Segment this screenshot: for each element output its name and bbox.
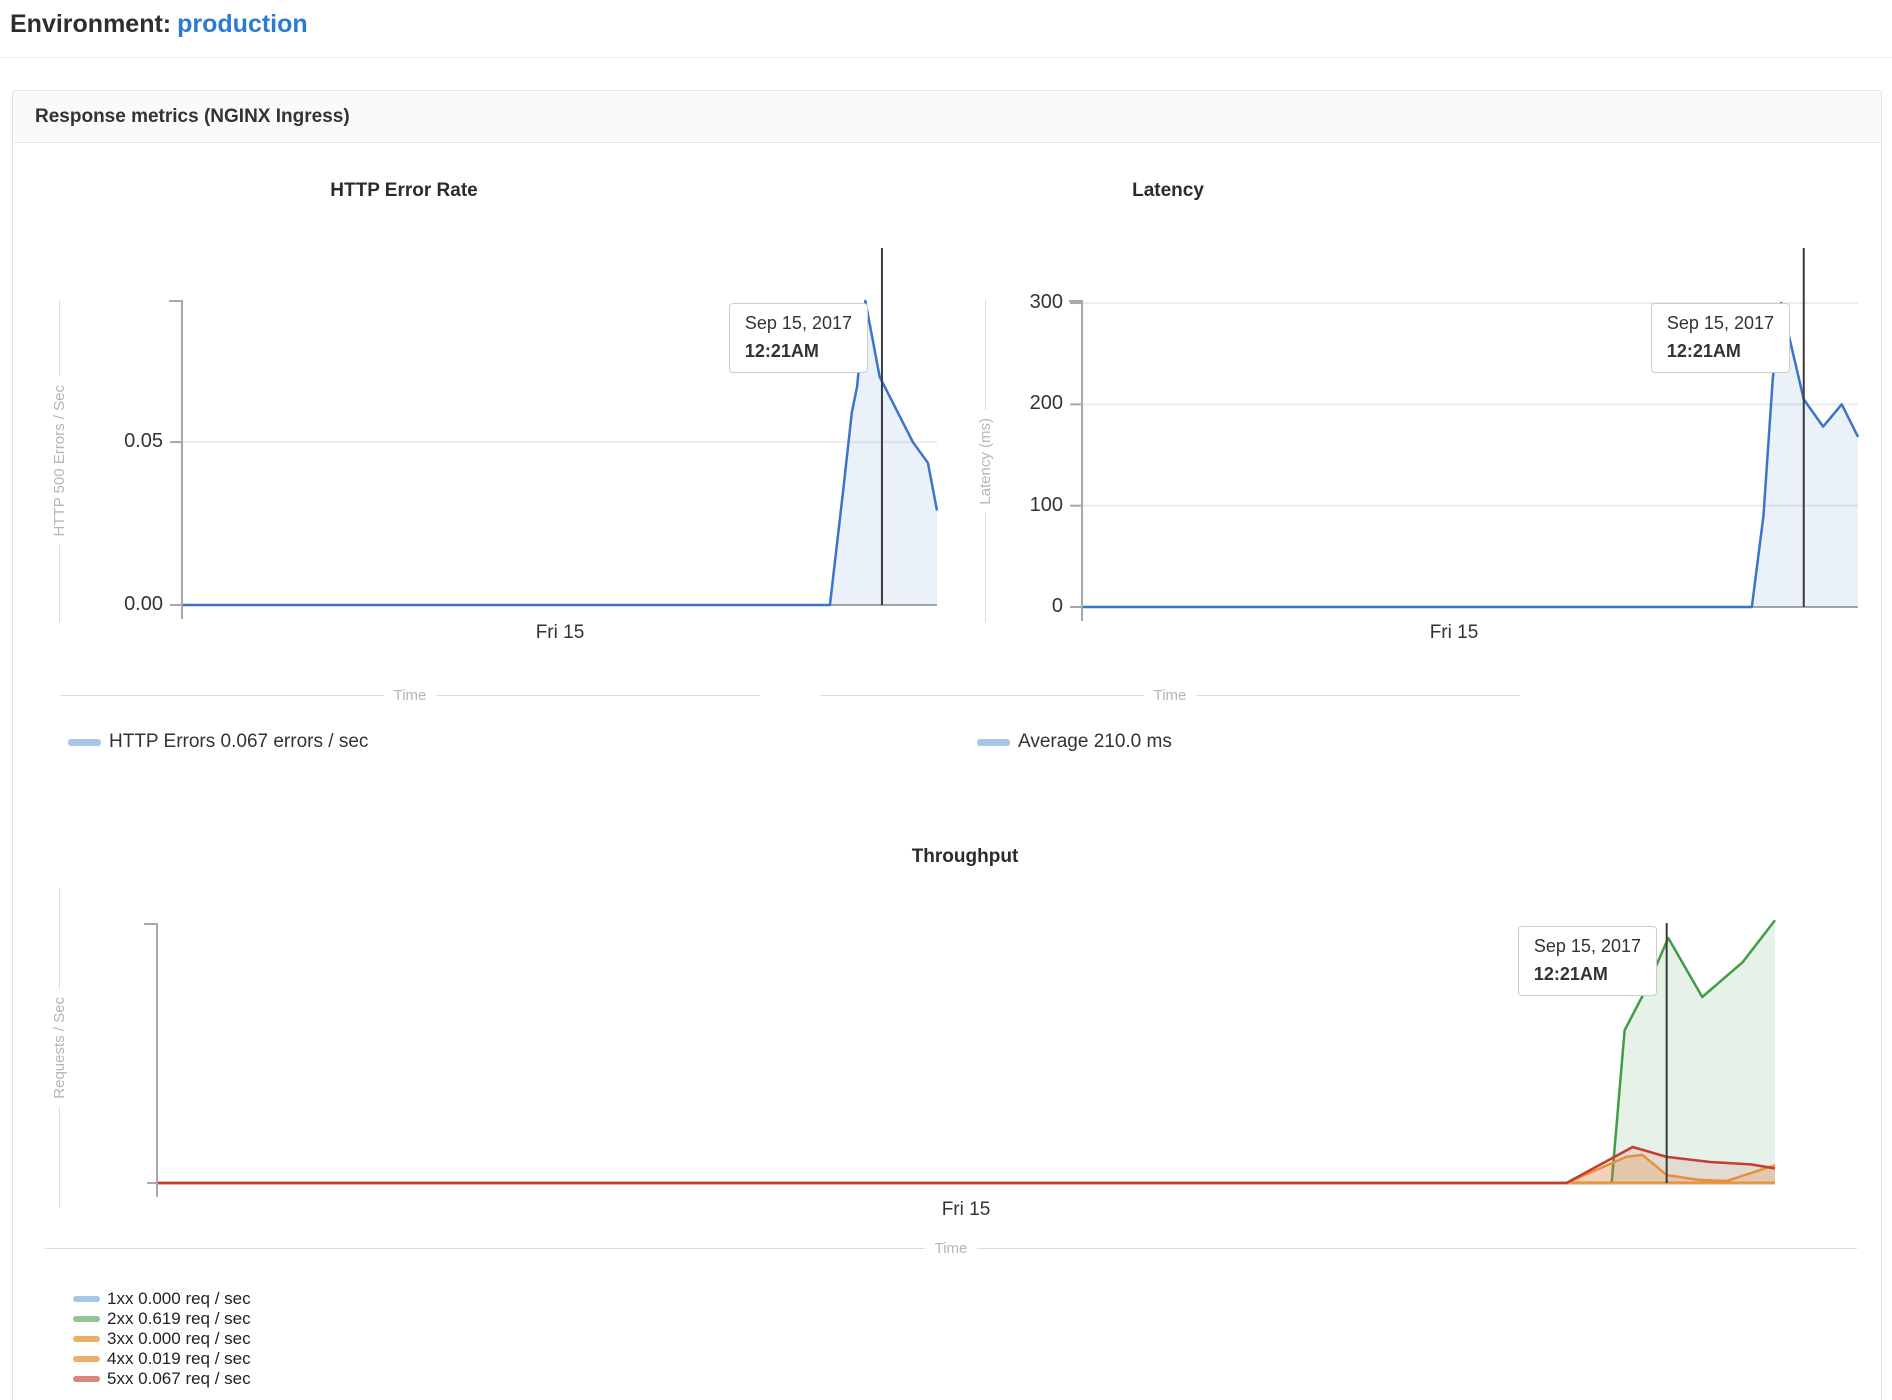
axis-label-line	[59, 888, 60, 989]
throughput-legend: 1xx 0.000 req / sec 2xx 0.619 req / sec …	[73, 1289, 251, 1389]
axis-label-line	[59, 545, 60, 622]
legend-swatch	[68, 739, 101, 746]
x-axis-label-time-2: Time	[820, 687, 1520, 703]
http-errors-legend: HTTP Errors 0.067 errors / sec	[68, 731, 368, 753]
axis-label-line	[977, 1248, 1857, 1249]
chart-title-latency: Latency	[868, 180, 1468, 206]
x-tick-label: Fri 15	[896, 1199, 1036, 1221]
axis-label-line	[60, 695, 384, 696]
y-axis-label-requests: Requests / Sec	[50, 888, 68, 1208]
y-tick-label: 300	[1030, 291, 1063, 314]
tooltip-date: Sep 15, 2017	[1667, 313, 1774, 334]
axis-label-line	[985, 300, 986, 410]
x-axis-label-time-3: Time	[45, 1240, 1857, 1256]
tooltip-latency: Sep 15, 2017 12:21AM	[1651, 303, 1790, 373]
legend-swatch	[977, 739, 1010, 746]
legend-label: 3xx 0.000 req / sec	[107, 1329, 251, 1349]
legend-item-3xx: 3xx 0.000 req / sec	[73, 1329, 251, 1349]
x-axis-label-time-1: Time	[60, 687, 760, 703]
environment-name-link[interactable]: production	[177, 10, 308, 38]
axis-label-line	[436, 695, 760, 696]
y-tick-label: 100	[1030, 494, 1063, 517]
environment-label: Environment:	[10, 10, 171, 38]
tooltip-date: Sep 15, 2017	[1534, 936, 1641, 957]
legend-swatch	[73, 1316, 100, 1322]
axis-label-line	[820, 695, 1144, 696]
axis-label-line	[59, 1107, 60, 1208]
legend-item-2xx: 2xx 0.619 req / sec	[73, 1309, 251, 1329]
y-tick-label: 200	[1030, 392, 1063, 415]
tooltip-time: 12:21AM	[745, 341, 852, 362]
environment-header: Environment:production	[10, 10, 308, 39]
legend-swatch	[73, 1296, 100, 1302]
tooltip-throughput: Sep 15, 2017 12:21AM	[1518, 926, 1657, 996]
axis-label-line	[1196, 695, 1520, 696]
legend-item-1xx: 1xx 0.000 req / sec	[73, 1289, 251, 1309]
y-tick-label: 0	[1052, 595, 1063, 618]
y-axis-label-latency: Latency (ms)	[976, 300, 994, 622]
legend-label: 2xx 0.619 req / sec	[107, 1309, 251, 1329]
y-tick-label: 0.05	[124, 430, 163, 453]
legend-label: 1xx 0.000 req / sec	[107, 1289, 251, 1309]
axis-label-line	[985, 512, 986, 622]
legend-swatch	[73, 1336, 100, 1342]
tooltip-http-error-rate: Sep 15, 2017 12:21AM	[729, 303, 868, 373]
tooltip-date: Sep 15, 2017	[745, 313, 852, 334]
axis-label-line	[45, 1248, 925, 1249]
x-tick-label: Fri 15	[490, 622, 630, 644]
tooltip-time: 12:21AM	[1667, 341, 1774, 362]
legend-label: Average 210.0 ms	[1018, 731, 1172, 753]
y-axis-label-http-errors: HTTP 500 Errors / Sec	[50, 300, 68, 622]
chart-title-http-error-rate: HTTP Error Rate	[104, 180, 704, 206]
chart-title-throughput: Throughput	[665, 846, 1265, 872]
legend-item-5xx: 5xx 0.067 req / sec	[73, 1369, 251, 1389]
legend-label: 5xx 0.067 req / sec	[107, 1369, 251, 1389]
legend-label: 4xx 0.019 req / sec	[107, 1349, 251, 1369]
tooltip-time: 12:21AM	[1534, 964, 1641, 985]
legend-item-4xx: 4xx 0.019 req / sec	[73, 1349, 251, 1369]
legend-swatch	[73, 1356, 100, 1362]
latency-legend: Average 210.0 ms	[977, 731, 1172, 753]
legend-swatch	[73, 1376, 100, 1382]
x-tick-label: Fri 15	[1384, 622, 1524, 644]
y-tick-label: 0.00	[124, 593, 163, 616]
legend-label: HTTP Errors 0.067 errors / sec	[109, 731, 368, 753]
axis-label-line	[59, 300, 60, 377]
